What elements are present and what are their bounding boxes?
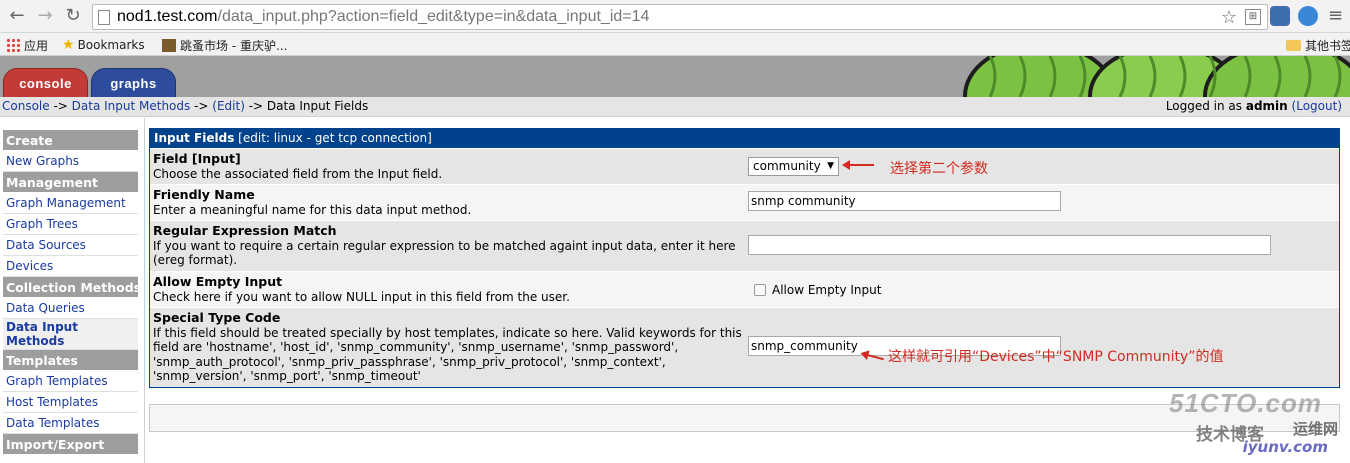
breadcrumb: Console -> Data Input Methods -> (Edit) … <box>2 99 368 113</box>
bookmark-star-icon[interactable]: ☆ <box>1221 7 1237 28</box>
sidebar-menu: Create New Graphs Management Graph Manag… <box>3 130 141 455</box>
field-desc: If this field should be treated speciall… <box>153 325 742 384</box>
reload-icon[interactable]: ↻ <box>62 5 84 27</box>
sidebar-header-create: Create <box>3 130 138 151</box>
regex-input[interactable] <box>748 235 1271 255</box>
tab-graphs[interactable]: graphs <box>91 68 176 97</box>
folder-icon <box>1286 40 1301 51</box>
field-row-friendly-name: Friendly Name Enter a meaningful name for… <box>150 184 1339 220</box>
extension-icon[interactable] <box>1270 6 1290 26</box>
sidebar-item-host-templates[interactable]: Host Templates <box>3 392 138 413</box>
field-desc: Check here if you want to allow NULL inp… <box>153 289 570 304</box>
address-bar[interactable]: nod1.test.com/data_input.php?action=fiel… <box>92 4 1268 30</box>
sidebar-item-graph-trees[interactable]: Graph Trees <box>3 214 138 235</box>
breadcrumb-bar: Console -> Data Input Methods -> (Edit) … <box>0 97 1350 117</box>
url-text[interactable]: nod1.test.com/data_input.php?action=fiel… <box>117 8 649 26</box>
apps-grid-icon <box>6 38 20 52</box>
browser-toolbar: ← → ↻ nod1.test.com/data_input.php?actio… <box>0 0 1350 33</box>
sidebar-item-data-queries[interactable]: Data Queries <box>3 298 138 319</box>
watermark-text: iyunv.com <box>1242 438 1328 456</box>
allow-empty-label: Allow Empty Input <box>772 283 882 297</box>
back-icon[interactable]: ← <box>6 5 28 27</box>
field-desc: Enter a meaningful name for this data in… <box>153 202 472 217</box>
field-desc: If you want to require a certain regular… <box>153 238 736 268</box>
annotation-select-second: 选择第二个参数 <box>890 161 988 177</box>
sidebar-item-graph-templates[interactable]: Graph Templates <box>3 371 138 392</box>
site-favicon <box>162 39 176 52</box>
panel-title: Input Fields [edit: linux - get tcp conn… <box>150 129 1339 148</box>
bookmark-apps[interactable]: 应用 <box>6 37 48 54</box>
sidebar-item-data-input-methods[interactable]: Data Input Methods <box>3 319 138 350</box>
logout-link[interactable]: (Logout) <box>1292 99 1342 113</box>
field-desc: Choose the associated field from the Inp… <box>153 166 443 181</box>
bookmarks-bar: 应用 ★ Bookmarks 跳蚤市场 - 重庆驴... 其他书签 <box>0 33 1350 56</box>
sidebar-item-data-sources[interactable]: Data Sources <box>3 235 138 256</box>
cacti-header: console graphs <box>0 56 1350 97</box>
sidebar-item-new-graphs[interactable]: New Graphs <box>3 151 138 172</box>
field-row-input: Field [Input] Choose the associated field… <box>150 148 1339 184</box>
sidebar: Create New Graphs Management Graph Manag… <box>0 118 145 463</box>
login-user: admin <box>1245 99 1288 113</box>
field-title: Regular Expression Match <box>153 223 337 238</box>
sidebar-header-templates: Templates <box>3 350 138 371</box>
bookmark-site[interactable]: 跳蚤市场 - 重庆驴... <box>162 37 287 54</box>
annotation-reference-devices: 这样就可引用“Devices”中“SNMP Community”的值 <box>888 349 1224 365</box>
allow-empty-checkbox[interactable] <box>754 284 766 296</box>
breadcrumb-data-input-methods[interactable]: Data Input Methods <box>72 99 191 113</box>
field-title: Allow Empty Input <box>153 274 283 289</box>
bookmark-other[interactable]: 其他书签 <box>1286 37 1350 54</box>
page-icon <box>98 10 110 25</box>
field-title: Special Type Code <box>153 310 281 325</box>
field-title: Friendly Name <box>153 187 255 202</box>
field-title: Field [Input] <box>153 151 241 166</box>
page-action-icon[interactable]: ⊞ <box>1245 9 1261 25</box>
login-status: Logged in as admin (Logout) <box>1166 99 1342 113</box>
sidebar-item-graph-management[interactable]: Graph Management <box>3 193 138 214</box>
annotation-arrow-icon <box>842 160 874 170</box>
watermark-text: 运维网 <box>1292 420 1338 438</box>
cacti-logo-icon <box>950 56 1350 97</box>
friendly-name-input[interactable]: snmp community <box>748 191 1061 211</box>
field-input-select[interactable]: community ▼ <box>748 157 839 176</box>
field-row-allow-empty: Allow Empty Input Check here if you want … <box>150 271 1339 307</box>
star-icon: ★ <box>62 37 75 53</box>
tab-console[interactable]: console <box>3 68 88 97</box>
watermark-text: 51CTO.com <box>1168 388 1322 418</box>
dropdown-arrow-icon: ▼ <box>827 161 834 171</box>
field-row-regex: Regular Expression Match If you want to r… <box>150 220 1339 271</box>
breadcrumb-separator: -> <box>49 99 72 113</box>
login-prefix: Logged in as <box>1165 99 1246 113</box>
bookmark-bookmarks[interactable]: ★ Bookmarks <box>62 37 145 53</box>
sidebar-item-devices[interactable]: Devices <box>3 256 138 277</box>
sidebar-header-management: Management <box>3 172 138 193</box>
extension-shield-icon[interactable] <box>1298 6 1318 26</box>
breadcrumb-edit[interactable]: (Edit) <box>212 99 245 113</box>
menu-icon[interactable]: ≡ <box>1328 6 1343 26</box>
breadcrumb-separator: -> <box>244 99 267 113</box>
form-footer <box>149 404 1340 432</box>
sidebar-item-data-templates[interactable]: Data Templates <box>3 413 138 434</box>
forward-icon[interactable]: → <box>34 5 56 27</box>
watermark: 51CTO.com 技术博客 运维网 iyunv.com <box>1169 388 1338 460</box>
breadcrumb-current: Data Input Fields <box>266 99 369 113</box>
sidebar-header-import-export: Import/Export <box>3 434 138 455</box>
breadcrumb-console[interactable]: Console <box>2 99 50 113</box>
sidebar-header-collection-methods: Collection Methods <box>3 277 141 298</box>
breadcrumb-separator: -> <box>190 99 213 113</box>
